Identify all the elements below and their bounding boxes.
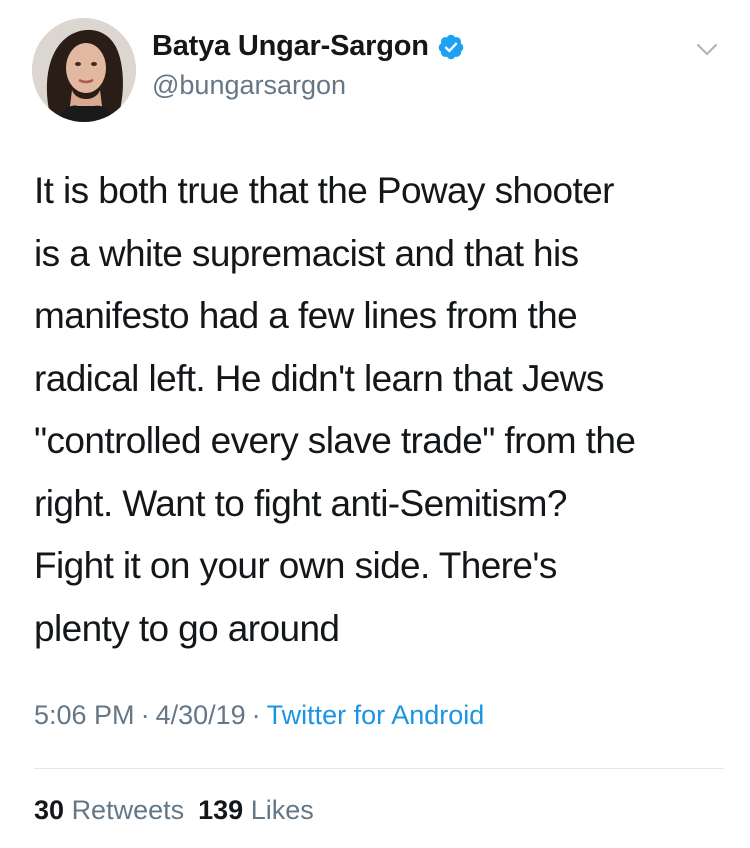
meta-separator: · bbox=[251, 700, 261, 730]
tweet-text-line: is a white supremacist and that his bbox=[34, 232, 579, 274]
tweet-text-line: plenty to go around bbox=[34, 607, 340, 649]
likes-stat[interactable]: 139 Likes bbox=[198, 795, 314, 825]
tweet-text-line: right. Want to fight anti-Semitism? bbox=[34, 482, 567, 524]
tweet-stats: 30 Retweets 139 Likes bbox=[34, 795, 314, 826]
tweet-text-line: "controlled every slave trade" from the bbox=[34, 420, 636, 461]
verified-badge-icon bbox=[437, 33, 465, 61]
display-name[interactable]: Batya Ungar-Sargon bbox=[152, 30, 429, 63]
meta-separator: · bbox=[140, 700, 150, 730]
tweet-date[interactable]: 4/30/19 bbox=[156, 700, 246, 730]
avatar[interactable] bbox=[32, 18, 136, 122]
chevron-down-icon[interactable] bbox=[690, 35, 724, 63]
likes-count: 139 bbox=[198, 795, 244, 825]
avatar-photo bbox=[32, 18, 136, 122]
retweets-stat[interactable]: 30 Retweets bbox=[34, 795, 184, 825]
retweets-label: Retweets bbox=[71, 795, 185, 825]
tweet-meta: 5:06 PM · 4/30/19 · Twitter for Android bbox=[34, 700, 484, 731]
retweets-count: 30 bbox=[34, 795, 65, 825]
author-name-row: Batya Ungar-Sargon bbox=[152, 30, 465, 63]
tweet-text-line: manifesto had a few lines from the bbox=[34, 295, 578, 336]
tweet-text-line: It is both true that the Poway shooter bbox=[34, 170, 614, 211]
tweet-time[interactable]: 5:06 PM bbox=[34, 700, 135, 730]
tweet-card: Batya Ungar-Sargon @bungarsargon It is b… bbox=[0, 0, 750, 848]
tweet-text: It is both true that the Poway shooter i… bbox=[34, 160, 724, 660]
divider bbox=[34, 768, 724, 769]
author-handle[interactable]: @bungarsargon bbox=[152, 70, 346, 101]
tweet-source-link[interactable]: Twitter for Android bbox=[267, 700, 485, 730]
likes-label: Likes bbox=[250, 795, 314, 825]
tweet-text-line: radical left. He didn't learn that Jews bbox=[34, 357, 604, 399]
tweet-text-line: Fight it on your own side. There's bbox=[34, 545, 557, 586]
